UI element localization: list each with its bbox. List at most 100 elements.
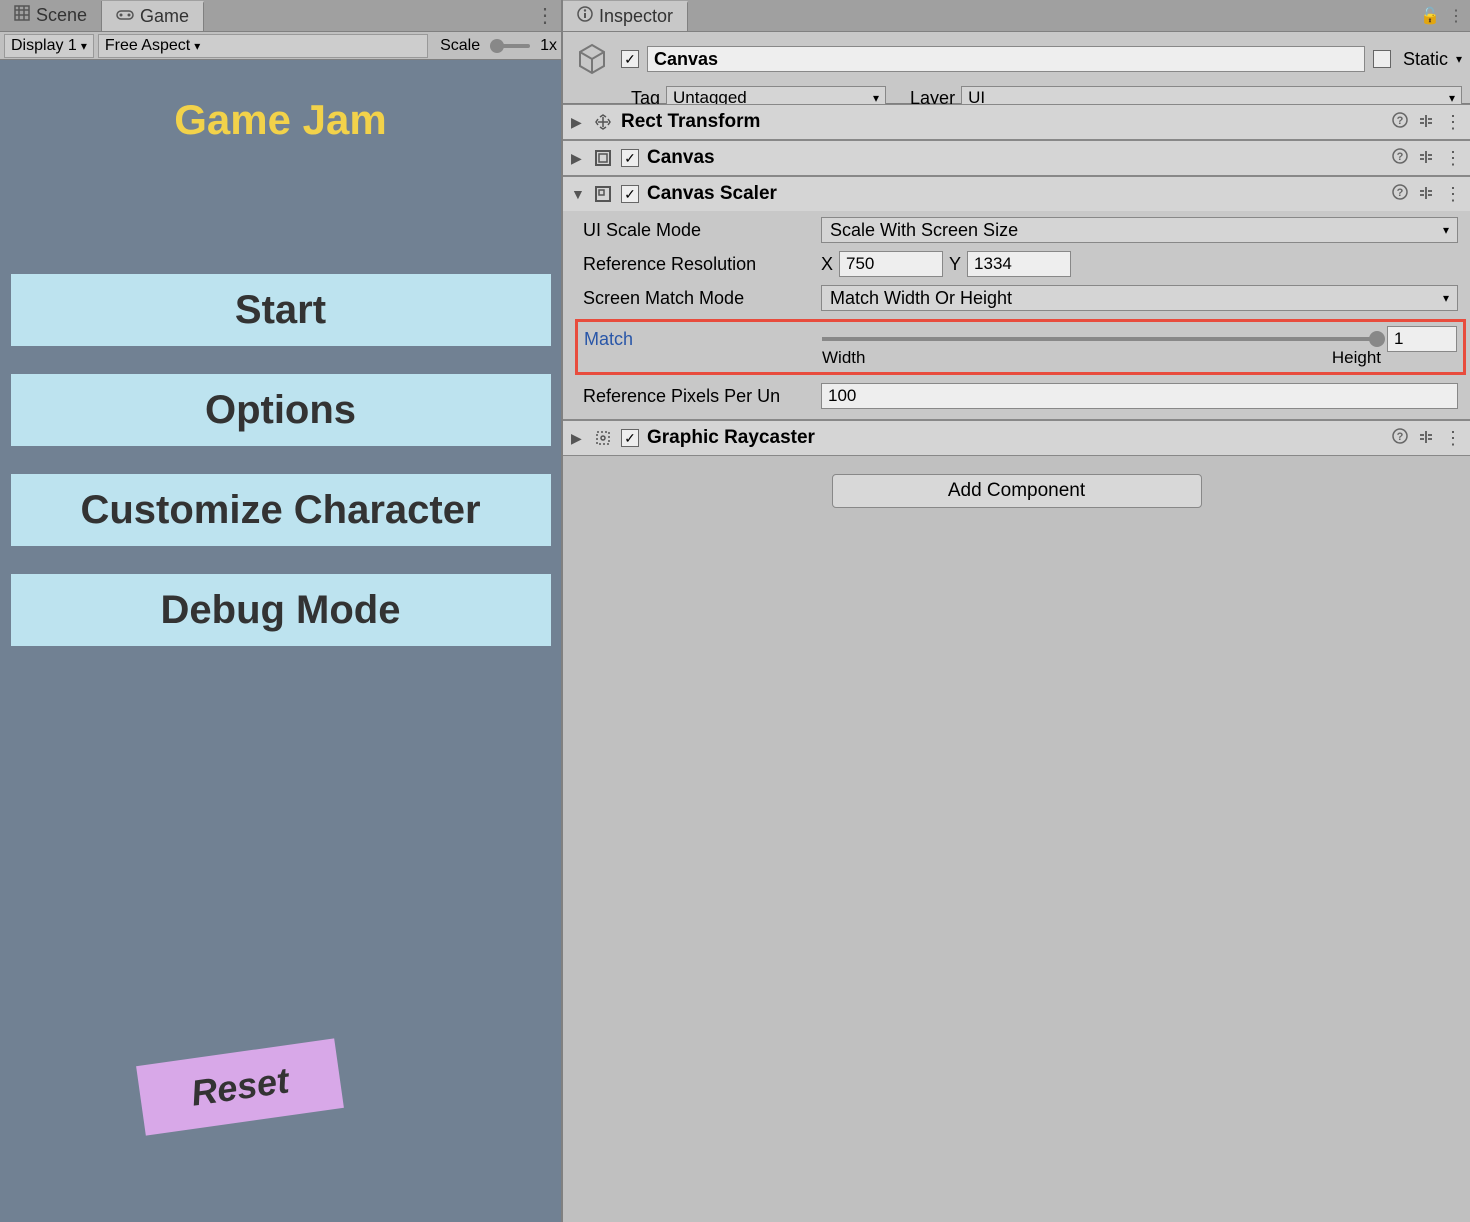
match-slider[interactable] [822,337,1379,341]
preset-icon[interactable] [1418,112,1434,133]
left-tab-bar: Scene Game ⋮ [0,0,561,32]
gameobject-name-input[interactable] [647,46,1365,72]
graphic-raycaster-title: Graphic Raycaster [647,427,1384,449]
display-value: Display 1 [11,37,77,55]
svg-text:?: ? [1397,431,1404,443]
aspect-dropdown[interactable]: Free Aspect ▾ [98,34,428,58]
ref-resolution-label: Reference Resolution [583,254,813,275]
tab-menu-icon[interactable]: ⋮ [1448,6,1464,26]
component-canvas-scaler: ▼ ✓ Canvas Scaler ? ⋮ UI Scale Mode Scal… [563,176,1470,420]
caret-icon: ▾ [194,39,200,53]
match-highlight-box: Match Width Height [575,319,1466,375]
canvas-scaler-header[interactable]: ▼ ✓ Canvas Scaler ? ⋮ [563,177,1470,211]
game-toolbar: Display 1 ▾ Free Aspect ▾ Scale 1x [0,32,561,60]
svg-text:?: ? [1397,151,1404,163]
tab-game[interactable]: Game [102,1,204,31]
preset-icon[interactable] [1418,148,1434,169]
grid-icon [14,5,30,26]
graphic-raycaster-icon [593,428,613,448]
component-rect-transform: ▶ Rect Transform ? ⋮ [563,104,1470,140]
caret-icon: ▾ [873,91,879,105]
help-icon[interactable]: ? [1392,112,1408,133]
match-slider-thumb[interactable] [1369,331,1385,347]
static-label: Static [1403,49,1448,70]
canvas-scaler-icon [593,184,613,204]
menu-icon[interactable]: ⋮ [1444,428,1462,449]
match-width-label: Width [822,348,865,368]
graphic-raycaster-enabled-checkbox[interactable]: ✓ [621,429,639,447]
x-label: X [821,254,833,275]
canvas-scaler-title: Canvas Scaler [647,183,1384,205]
caret-icon: ▾ [1443,223,1449,237]
preset-icon[interactable] [1418,428,1434,449]
inspector-header: ✓ Static ▾ Tag Untagged ▾ Layer UI ▾ [563,32,1470,104]
match-mode-dropdown[interactable]: Match Width Or Height ▾ [821,285,1458,311]
canvas-enabled-checkbox[interactable]: ✓ [621,149,639,167]
svg-text:?: ? [1397,187,1404,199]
match-mode-label: Screen Match Mode [583,288,813,309]
inspector-tab-bar: Inspector 🔓 ⋮ [563,0,1470,32]
rect-transform-title: Rect Transform [621,111,1384,133]
menu-icon[interactable]: ⋮ [1444,148,1462,169]
help-icon[interactable]: ? [1392,184,1408,205]
tab-inspector[interactable]: Inspector [563,1,688,31]
add-component-button[interactable]: Add Component [832,474,1202,508]
menu-icon[interactable]: ⋮ [1444,184,1462,205]
component-canvas: ▶ ✓ Canvas ? ⋮ [563,140,1470,176]
menu-icon[interactable]: ⋮ [1444,112,1462,133]
component-graphic-raycaster: ▶ ✓ Graphic Raycaster ? ⋮ [563,420,1470,456]
y-label: Y [949,254,961,275]
ref-resolution-y-input[interactable] [967,251,1071,277]
match-mode-value: Match Width Or Height [830,288,1012,309]
rect-transform-icon [593,112,613,132]
tab-game-label: Game [140,6,189,27]
static-caret-icon[interactable]: ▾ [1456,52,1462,66]
ref-ppu-label: Reference Pixels Per Un [583,386,813,407]
active-checkbox[interactable]: ✓ [621,50,639,68]
customize-character-button[interactable]: Customize Character [11,474,551,546]
foldout-icon: ▶ [571,150,585,167]
debug-mode-button[interactable]: Debug Mode [11,574,551,646]
caret-icon: ▾ [1443,291,1449,305]
gamepad-icon [116,6,134,27]
foldout-icon: ▶ [571,114,585,131]
caret-icon: ▾ [81,39,87,53]
aspect-value: Free Aspect [105,37,190,55]
canvas-title: Canvas [647,147,1384,169]
tab-menu-icon[interactable]: ⋮ [535,3,555,28]
help-icon[interactable]: ? [1392,148,1408,169]
gameobject-icon[interactable] [571,38,613,80]
graphic-raycaster-header[interactable]: ▶ ✓ Graphic Raycaster ? ⋮ [563,421,1470,455]
scale-slider-thumb[interactable] [490,39,504,53]
static-checkbox[interactable] [1373,50,1391,68]
inspector-panel: Inspector 🔓 ⋮ ✓ Static ▾ Tag Untagged ▾ … [563,0,1470,1222]
canvas-header[interactable]: ▶ ✓ Canvas ? ⋮ [563,141,1470,175]
ref-resolution-x-input[interactable] [839,251,943,277]
tab-scene-label: Scene [36,5,87,26]
left-panel: Scene Game ⋮ Display 1 ▾ Free Aspect ▾ S… [0,0,563,1222]
foldout-icon: ▼ [571,186,585,202]
match-value-input[interactable] [1387,326,1457,352]
canvas-scaler-body: UI Scale Mode Scale With Screen Size ▾ R… [563,211,1470,419]
ui-scale-mode-dropdown[interactable]: Scale With Screen Size ▾ [821,217,1458,243]
preset-icon[interactable] [1418,184,1434,205]
ui-scale-mode-label: UI Scale Mode [583,220,813,241]
svg-text:?: ? [1397,115,1404,127]
match-height-label: Height [1332,348,1381,368]
reset-button[interactable]: Reset [136,1038,344,1135]
options-button[interactable]: Options [11,374,551,446]
game-view: Game Jam Start Options Customize Charact… [0,60,561,1222]
help-icon[interactable]: ? [1392,428,1408,449]
scale-value: 1x [540,37,557,55]
rect-transform-header[interactable]: ▶ Rect Transform ? ⋮ [563,105,1470,139]
canvas-scaler-enabled-checkbox[interactable]: ✓ [621,185,639,203]
start-button[interactable]: Start [11,274,551,346]
caret-icon: ▾ [1449,91,1455,105]
tab-inspector-label: Inspector [599,6,673,27]
ref-ppu-input[interactable] [821,383,1458,409]
display-dropdown[interactable]: Display 1 ▾ [4,34,94,58]
lock-icon[interactable]: 🔓 [1420,6,1440,26]
tab-scene[interactable]: Scene [0,1,102,31]
scale-slider[interactable] [490,44,530,48]
game-title: Game Jam [174,96,386,144]
